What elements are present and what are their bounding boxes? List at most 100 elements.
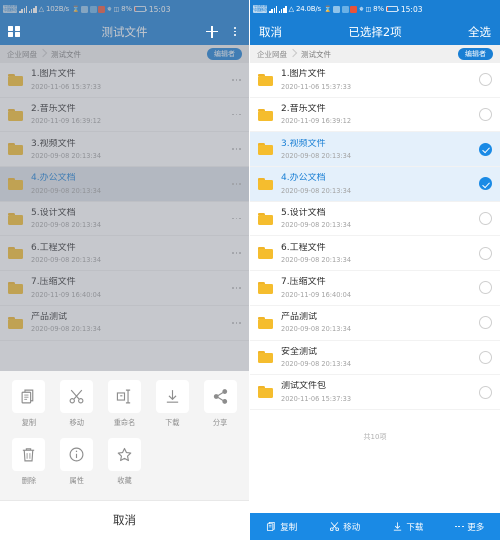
bottom-action-toolbar: 复制 移动 下载 更多 — [250, 513, 500, 540]
action-star[interactable]: 收藏 — [101, 438, 149, 486]
file-meta: 测试文件包 2020-11-06 15:37:33 — [281, 381, 479, 402]
file-row[interactable]: 测试文件包 2020-11-06 15:37:33 — [250, 375, 500, 410]
file-list-right: 1.图片文件 2020-11-06 15:37:33 2.音乐文件 2020-11-0… — [250, 63, 500, 410]
folder-icon — [258, 177, 273, 190]
file-name: 5.设计文档 — [281, 207, 326, 218]
row-checkbox[interactable] — [479, 73, 492, 87]
rename-icon — [107, 380, 141, 413]
app-icon-1-right — [333, 5, 341, 13]
add-icon[interactable] — [206, 25, 218, 38]
action-download[interactable]: 下载 — [148, 380, 196, 428]
vibrate-icon-right: ◫ — [365, 5, 372, 13]
file-meta: 产品测试 2020-09-08 20:13:34 — [281, 312, 479, 333]
file-date: 2020-11-09 16:39:12 — [281, 117, 352, 126]
toolbar-label: 复制 — [280, 522, 298, 533]
toolbar-more-dots[interactable]: 更多 — [454, 521, 485, 533]
row-checkbox[interactable] — [479, 385, 492, 399]
hourglass-icon-right: ⌛ — [324, 5, 332, 13]
action-label: 复制 — [21, 418, 37, 427]
file-row[interactable]: 7.压缩文件 2020-11-09 16:40:04 — [250, 271, 500, 306]
toolbar-scissors[interactable]: 移动 — [329, 521, 360, 533]
action-trash[interactable]: 删除 — [5, 438, 53, 486]
toolbar-label: 下载 — [406, 522, 424, 533]
network-speed-label-right: 24.0B/s — [296, 5, 322, 13]
bluetooth-icon-right: ✵ — [358, 5, 364, 13]
action-scissors[interactable]: 移动 — [53, 380, 101, 428]
file-date: 2020-09-08 20:13:34 — [281, 256, 352, 264]
folder-icon — [258, 108, 273, 121]
app-icon-2-right — [341, 5, 349, 13]
file-row[interactable]: 安全测试 2020-09-08 20:13:34 — [250, 341, 500, 376]
file-date: 2020-09-08 20:13:34 — [281, 221, 352, 230]
file-date: 2020-11-06 15:37:33 — [281, 82, 352, 91]
copy-icon — [12, 380, 46, 413]
left-screen: 中国联通 中国移动 △ 102B/s ⌛ ✵ ◫ 8% 15:03 测试文件 企… — [0, 0, 250, 540]
folder-icon — [258, 316, 273, 329]
file-date: 2020-11-09 16:40:04 — [281, 290, 352, 299]
action-label: 重命名 — [113, 418, 136, 427]
file-date: 2020-09-08 20:13:34 — [281, 151, 352, 160]
app-icon-3-right — [350, 5, 358, 13]
file-name: 6.工程文件 — [281, 242, 326, 253]
file-row[interactable]: 5.设计文档 2020-09-08 20:13:34 — [250, 202, 500, 237]
share-icon — [203, 380, 237, 413]
action-label: 属性 — [69, 476, 84, 485]
action-label: 下载 — [165, 418, 180, 427]
file-meta: 1.图片文件 2020-11-06 15:37:33 — [281, 69, 479, 90]
cancel-selection-button[interactable]: 取消 — [259, 24, 282, 40]
status-icons-right: ⌛ ✵ ◫ — [324, 5, 372, 13]
file-name: 3.视频文件 — [281, 138, 326, 149]
row-checkbox[interactable] — [479, 142, 492, 156]
breadcrumb-right: 企业网盘 测试文件 编辑者 — [250, 45, 500, 63]
action-label: 移动 — [69, 418, 84, 427]
screenshot-root: 中国联通 中国移动 △ 102B/s ⌛ ✵ ◫ 8% 15:03 测试文件 企… — [0, 0, 500, 540]
row-checkbox[interactable] — [479, 177, 492, 191]
toolbar-download[interactable]: 下载 — [392, 521, 424, 533]
file-name: 测试文件包 — [281, 381, 327, 392]
row-checkbox[interactable] — [479, 316, 492, 330]
clock-label-right: 15:03 — [400, 4, 423, 14]
file-meta: 安全测试 2020-09-08 20:13:34 — [281, 347, 479, 368]
file-name: 4.办公文档 — [281, 173, 326, 184]
file-date: 2020-11-06 15:37:33 — [281, 394, 352, 403]
status-bar-right: 中国联通 中国移动 △ 24.0B/s ⌛ ✵ ◫ 8% 15:03 — [250, 0, 500, 18]
select-all-button[interactable]: 全选 — [468, 24, 491, 40]
breadcrumb-root-right[interactable]: 企业网盘 — [257, 49, 287, 60]
file-row[interactable]: 3.视频文件 2020-09-08 20:13:34 — [250, 132, 500, 168]
row-checkbox[interactable] — [479, 281, 492, 295]
file-name: 安全测试 — [281, 346, 318, 357]
action-label: 删除 — [21, 476, 37, 485]
download-icon — [155, 380, 189, 413]
role-badge-right: 编辑者 — [458, 48, 493, 60]
file-meta: 5.设计文档 2020-09-08 20:13:34 — [281, 208, 479, 229]
grid-view-icon[interactable] — [8, 25, 20, 38]
toolbar-label: 更多 — [467, 522, 485, 533]
file-name: 1.图片文件 — [281, 69, 326, 80]
folder-icon — [258, 73, 273, 86]
file-meta: 4.办公文档 2020-09-08 20:13:34 — [281, 173, 479, 194]
action-label: 收藏 — [117, 476, 132, 485]
file-name: 7.压缩文件 — [281, 277, 326, 288]
signal-bars-icon-right — [269, 5, 277, 13]
file-row[interactable]: 6.工程文件 2020-09-08 20:13:34 — [250, 236, 500, 272]
action-share[interactable]: 分享 — [196, 380, 244, 428]
row-checkbox[interactable] — [479, 212, 492, 226]
folder-icon — [258, 247, 273, 260]
file-row[interactable]: 2.音乐文件 2020-11-09 16:39:12 — [250, 98, 500, 133]
kebab-menu-icon[interactable] — [229, 27, 241, 36]
file-row[interactable]: 产品测试 2020-09-08 20:13:34 — [250, 306, 500, 341]
action-info[interactable]: 属性 — [53, 438, 101, 486]
file-row[interactable]: 1.图片文件 2020-11-06 15:37:33 — [250, 63, 500, 98]
row-checkbox[interactable] — [479, 350, 492, 364]
action-copy[interactable]: 复制 — [5, 380, 53, 428]
toolbar-copy[interactable]: 复制 — [266, 521, 298, 533]
breadcrumb-current-right[interactable]: 测试文件 — [301, 49, 331, 60]
file-row[interactable]: 4.办公文档 2020-09-08 20:13:34 — [250, 167, 500, 202]
sheet-cancel-button[interactable]: 取消 — [0, 500, 249, 540]
file-meta: 7.压缩文件 2020-11-09 16:40:04 — [281, 277, 479, 298]
folder-icon — [258, 386, 273, 399]
row-checkbox[interactable] — [479, 246, 492, 260]
action-rename[interactable]: 重命名 — [101, 380, 149, 428]
folder-icon — [258, 212, 273, 225]
row-checkbox[interactable] — [479, 108, 492, 122]
